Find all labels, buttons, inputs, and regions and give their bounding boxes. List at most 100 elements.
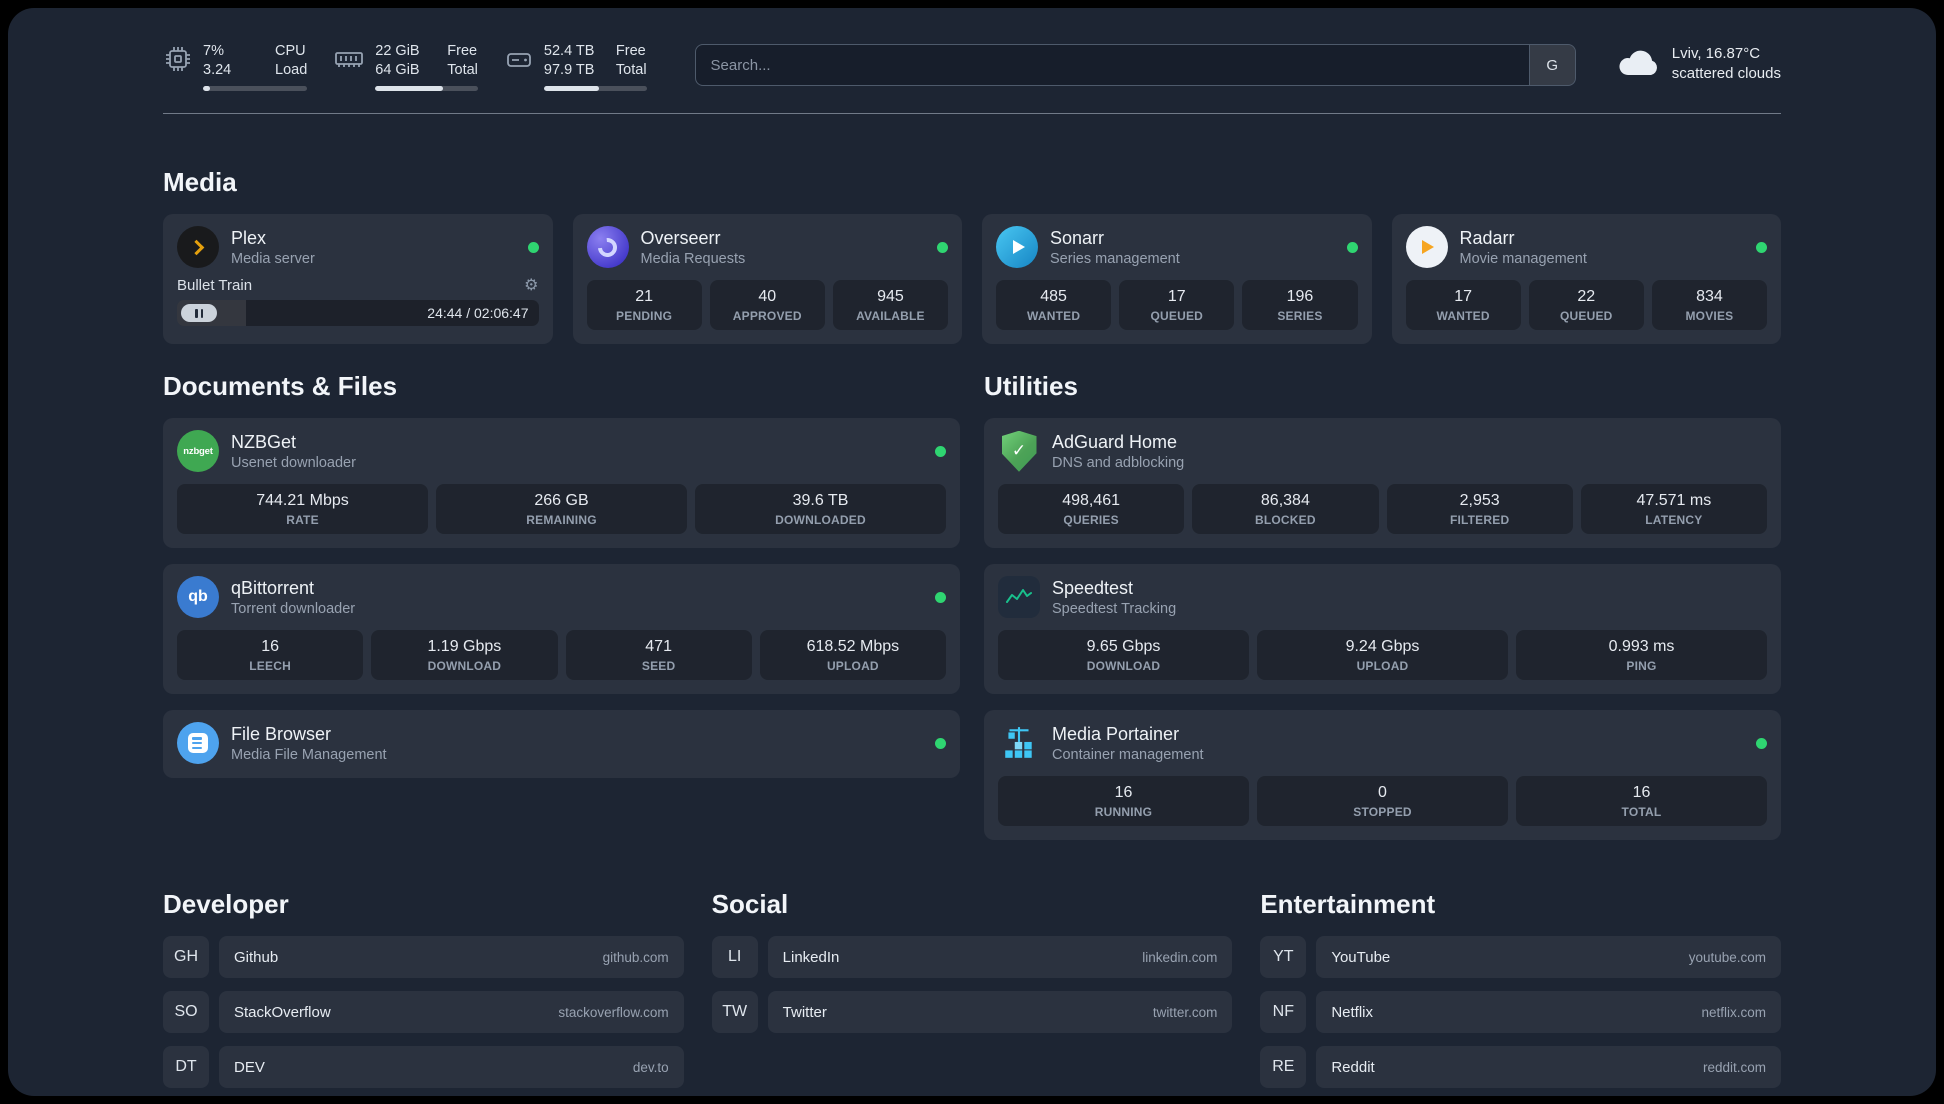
service-subtitle: Media File Management	[231, 746, 387, 763]
disk-usage-fill	[543, 86, 600, 92]
stat-tile: 618.52 Mbps UPLOAD	[759, 630, 946, 681]
service-card-overseerr[interactable]: Overseerr Media Requests 21 PENDING 40 A…	[572, 214, 962, 345]
weather-widget: Lviv, 16.87°C scattered clouds	[1616, 44, 1781, 85]
stat-tile: 86,384 BLOCKED	[1192, 484, 1379, 535]
stat-tile: 22 QUEUED	[1528, 280, 1644, 331]
memory-icon	[333, 44, 365, 91]
service-name: Plex	[231, 227, 267, 248]
bookmark-abbr[interactable]: RE	[1260, 1046, 1307, 1089]
stat-tile: 0 STOPPED	[1257, 776, 1508, 827]
bookmark-abbr[interactable]: YT	[1260, 936, 1307, 979]
bookmark-group-entertainment: Entertainment YT YouTube youtube.com NF …	[1260, 888, 1781, 1096]
service-name: Overseerr	[640, 227, 721, 248]
bookmark-row: NF Netflix netflix.com	[1260, 991, 1781, 1034]
playback-time: 24:44 / 02:06:47	[427, 305, 529, 322]
status-dot	[935, 737, 946, 749]
nzbget-icon: nzbget	[177, 430, 219, 473]
adguard-icon: ✓	[998, 430, 1040, 472]
service-card-portainer[interactable]: Media Portainer Container management 16 …	[984, 710, 1781, 841]
stat-tile: 0.993 ms PING	[1516, 630, 1767, 681]
service-name: AdGuard Home	[1052, 431, 1178, 452]
speedtest-icon	[998, 576, 1040, 619]
status-dot	[527, 241, 539, 253]
service-card-radarr[interactable]: Radarr Movie management 17 WANTED 22 QUE…	[1391, 214, 1781, 345]
bookmark-link-dev[interactable]: DEV dev.to	[219, 1046, 684, 1089]
section-utilities: Utilities ✓ AdGuard Home DNS and adblock…	[984, 370, 1781, 841]
bookmark-link-netflix[interactable]: Netflix netflix.com	[1316, 991, 1781, 1034]
bookmark-link-youtube[interactable]: YouTube youtube.com	[1316, 936, 1781, 979]
service-card-speedtest[interactable]: Speedtest Speedtest Tracking 9.65 Gbps D…	[984, 564, 1781, 695]
service-name: File Browser	[231, 723, 332, 744]
bookmark-group-social: Social LI LinkedIn linkedin.com TW Twitt…	[711, 888, 1233, 1046]
bookmark-abbr[interactable]: NF	[1260, 991, 1307, 1034]
bookmark-abbr[interactable]: DT	[163, 1046, 209, 1089]
disk-total-value: 97.9 TB	[543, 62, 595, 79]
memory-widget: 22 GiB 64 GiB Free Total	[333, 42, 478, 92]
service-card-plex[interactable]: Plex Media server Bullet Train ⚙ 24:44 /…	[163, 214, 553, 345]
bookmark-link-linkedin[interactable]: LinkedIn linkedin.com	[767, 936, 1233, 979]
status-dot	[935, 591, 946, 603]
media-section-title: Media	[163, 167, 237, 198]
service-subtitle: Torrent downloader	[231, 600, 356, 617]
service-card-sonarr[interactable]: Sonarr Series management 485 WANTED 17 Q…	[982, 214, 1372, 345]
entertainment-group-title: Entertainment	[1260, 889, 1436, 920]
bookmark-abbr[interactable]: LI	[711, 936, 758, 979]
bookmark-abbr[interactable]: TW	[711, 991, 758, 1034]
memory-total-label: Total	[447, 62, 478, 79]
bookmark-row: YT YouTube youtube.com	[1260, 936, 1781, 979]
load-label: Load	[275, 62, 308, 79]
top-bar: 7% 3.24 CPU Load 22 GiB 64 GiB Free Tota…	[163, 8, 1781, 92]
status-dot	[935, 445, 946, 457]
section-media: Media Plex Media server Bullet Train ⚙ 2…	[163, 166, 1781, 345]
pause-button[interactable]	[181, 304, 217, 323]
bookmark-link-github[interactable]: Github github.com	[219, 936, 684, 979]
search-provider-button[interactable]: G	[1528, 45, 1575, 85]
radarr-icon	[1405, 226, 1448, 269]
service-card-filebrowser[interactable]: File Browser Media File Management	[163, 710, 960, 779]
service-name: Speedtest	[1052, 577, 1134, 598]
cpu-widget: 7% 3.24 CPU Load	[163, 42, 308, 92]
stat-tile: 16 TOTAL	[1516, 776, 1767, 827]
dashboard-panel: 7% 3.24 CPU Load 22 GiB 64 GiB Free Tota…	[8, 8, 1936, 1096]
bookmark-abbr[interactable]: SO	[163, 991, 209, 1034]
now-playing-widget: Bullet Train ⚙ 24:44 / 02:06:47	[177, 277, 539, 327]
stat-tile: 471 SEED	[565, 630, 752, 681]
stat-tile: 39.6 TB DOWNLOADED	[695, 484, 946, 535]
section-documents: Documents & Files nzbget NZBGet Usenet d…	[163, 370, 960, 779]
stat-tile: 21 PENDING	[586, 280, 702, 331]
bookmark-link-twitter[interactable]: Twitter twitter.com	[767, 991, 1233, 1034]
status-dot	[1346, 241, 1358, 253]
bookmark-row: DT DEV dev.to	[163, 1046, 684, 1089]
stat-tile: 196 SERIES	[1242, 280, 1358, 331]
stat-tile: 16 RUNNING	[998, 776, 1249, 827]
topbar-divider	[163, 113, 1781, 115]
stat-tile: 17 WANTED	[1405, 280, 1521, 331]
memory-usage-fill	[375, 86, 443, 92]
service-name: NZBGet	[231, 431, 297, 452]
disk-usage-bar	[543, 86, 647, 92]
stat-tile: 9.24 Gbps UPLOAD	[1257, 630, 1508, 681]
disk-free-label: Free	[615, 43, 646, 59]
qbittorrent-icon: qb	[177, 576, 219, 619]
search-input[interactable]	[695, 45, 1529, 85]
service-card-adguard[interactable]: ✓ AdGuard Home DNS and adblocking 498,46…	[984, 418, 1781, 549]
bookmark-row: SO StackOverflow stackoverflow.com	[163, 991, 684, 1034]
bookmark-link-stackoverflow[interactable]: StackOverflow stackoverflow.com	[219, 991, 684, 1034]
bookmark-link-reddit[interactable]: Reddit reddit.com	[1316, 1046, 1781, 1089]
service-card-qbittorrent[interactable]: qb qBittorrent Torrent downloader 16 LEE…	[163, 564, 960, 695]
bookmark-row: GH Github github.com	[163, 936, 684, 979]
gear-icon[interactable]: ⚙	[524, 277, 538, 294]
stat-tile: 266 GB REMAINING	[436, 484, 687, 535]
social-group-title: Social	[711, 889, 789, 920]
weather-location: Lviv, 16.87°C	[1671, 45, 1761, 62]
cpu-usage-bar	[203, 86, 308, 92]
playback-bar[interactable]: 24:44 / 02:06:47	[177, 300, 539, 327]
service-name: qBittorrent	[231, 577, 315, 598]
stat-tile: 498,461 QUERIES	[998, 484, 1185, 535]
memory-free-value: 22 GiB	[375, 43, 420, 59]
stat-tile: 2,953 FILTERED	[1386, 484, 1573, 535]
sonarr-icon	[996, 226, 1038, 269]
cpu-load-value: 3.24	[203, 62, 232, 79]
bookmark-abbr[interactable]: GH	[163, 936, 209, 979]
service-card-nzbget[interactable]: nzbget NZBGet Usenet downloader 744.21 M…	[163, 418, 960, 549]
